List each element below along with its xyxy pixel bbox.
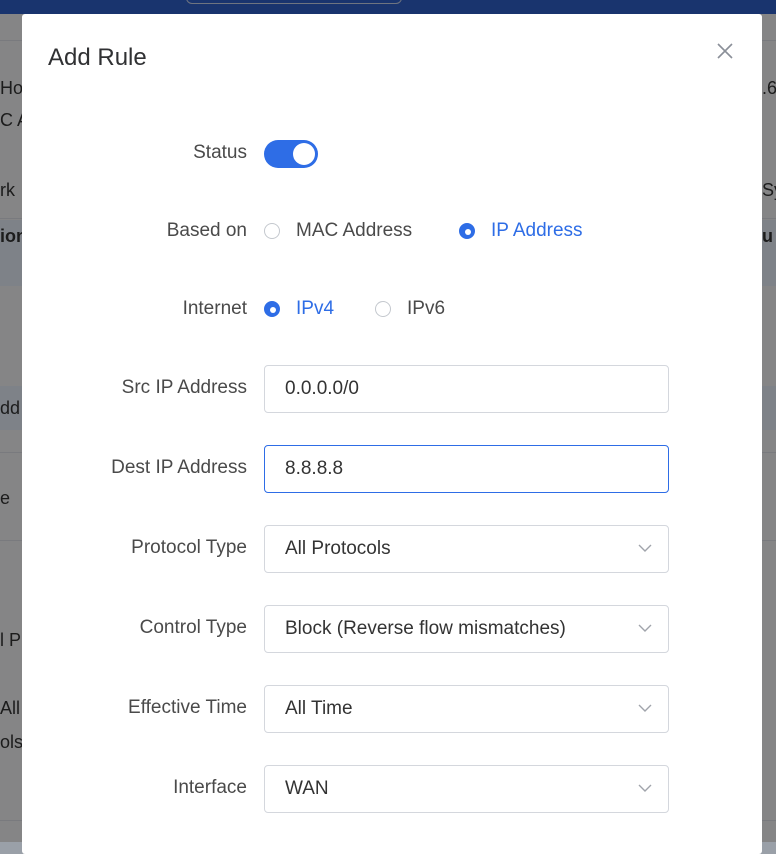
control-type-select[interactable]: Block (Reverse flow mismatches) — [264, 605, 669, 653]
internet-label: Internet — [182, 298, 247, 319]
effective-time-row: Effective Time All Time — [22, 685, 762, 733]
interface-label: Interface — [173, 777, 247, 798]
status-row: Status — [22, 140, 762, 168]
src-ip-label: Src IP Address — [121, 377, 247, 398]
radio-mac-address[interactable]: MAC Address — [264, 218, 412, 244]
chevron-down-icon — [638, 704, 652, 712]
radio-ipv4[interactable]: IPv4 — [264, 296, 334, 322]
radio-label: IPv6 — [407, 298, 446, 319]
radio-label: MAC Address — [296, 220, 413, 241]
protocol-type-row: Protocol Type All Protocols — [22, 525, 762, 573]
interface-select[interactable]: WAN — [264, 765, 669, 813]
control-type-row: Control Type Block (Reverse flow mismatc… — [22, 605, 762, 653]
radio-circle — [459, 223, 475, 239]
based-on-label: Based on — [166, 220, 247, 241]
dest-ip-input[interactable]: 8.8.8.8 — [264, 445, 669, 493]
effective-time-select[interactable]: All Time — [264, 685, 669, 733]
protocol-type-select[interactable]: All Protocols — [264, 525, 669, 573]
src-ip-row: Src IP Address 0.0.0.0/0 — [22, 365, 762, 413]
radio-ip-address[interactable]: IP Address — [459, 218, 583, 244]
dest-ip-row: Dest IP Address 8.8.8.8 — [22, 445, 762, 493]
dialog-title: Add Rule — [48, 44, 147, 71]
status-label: Status — [193, 142, 247, 163]
add-rule-dialog: Add Rule Status Based on MAC Address IP … — [22, 14, 762, 854]
radio-circle — [264, 301, 280, 317]
radio-ipv6[interactable]: IPv6 — [375, 296, 445, 322]
select-value: WAN — [285, 778, 329, 799]
radio-label: IP Address — [491, 220, 583, 241]
interface-row: Interface WAN — [22, 765, 762, 813]
dest-ip-label: Dest IP Address — [111, 457, 247, 478]
effective-time-label: Effective Time — [128, 697, 247, 718]
radio-circle — [375, 301, 391, 317]
protocol-type-label: Protocol Type — [131, 537, 247, 558]
close-icon[interactable] — [714, 40, 736, 62]
chevron-down-icon — [638, 624, 652, 632]
control-type-label: Control Type — [139, 617, 247, 638]
based-on-row: Based on MAC Address IP Address — [22, 218, 762, 244]
status-toggle[interactable] — [264, 140, 318, 168]
select-value: All Time — [285, 698, 353, 719]
radio-label: IPv4 — [296, 298, 335, 319]
select-value: All Protocols — [285, 538, 391, 559]
src-ip-input[interactable]: 0.0.0.0/0 — [264, 365, 669, 413]
radio-circle — [264, 223, 280, 239]
chevron-down-icon — [638, 544, 652, 552]
chevron-down-icon — [638, 784, 652, 792]
internet-row: Internet IPv4 IPv6 — [22, 296, 762, 322]
toggle-knob — [293, 143, 315, 165]
select-value: Block (Reverse flow mismatches) — [285, 618, 566, 639]
